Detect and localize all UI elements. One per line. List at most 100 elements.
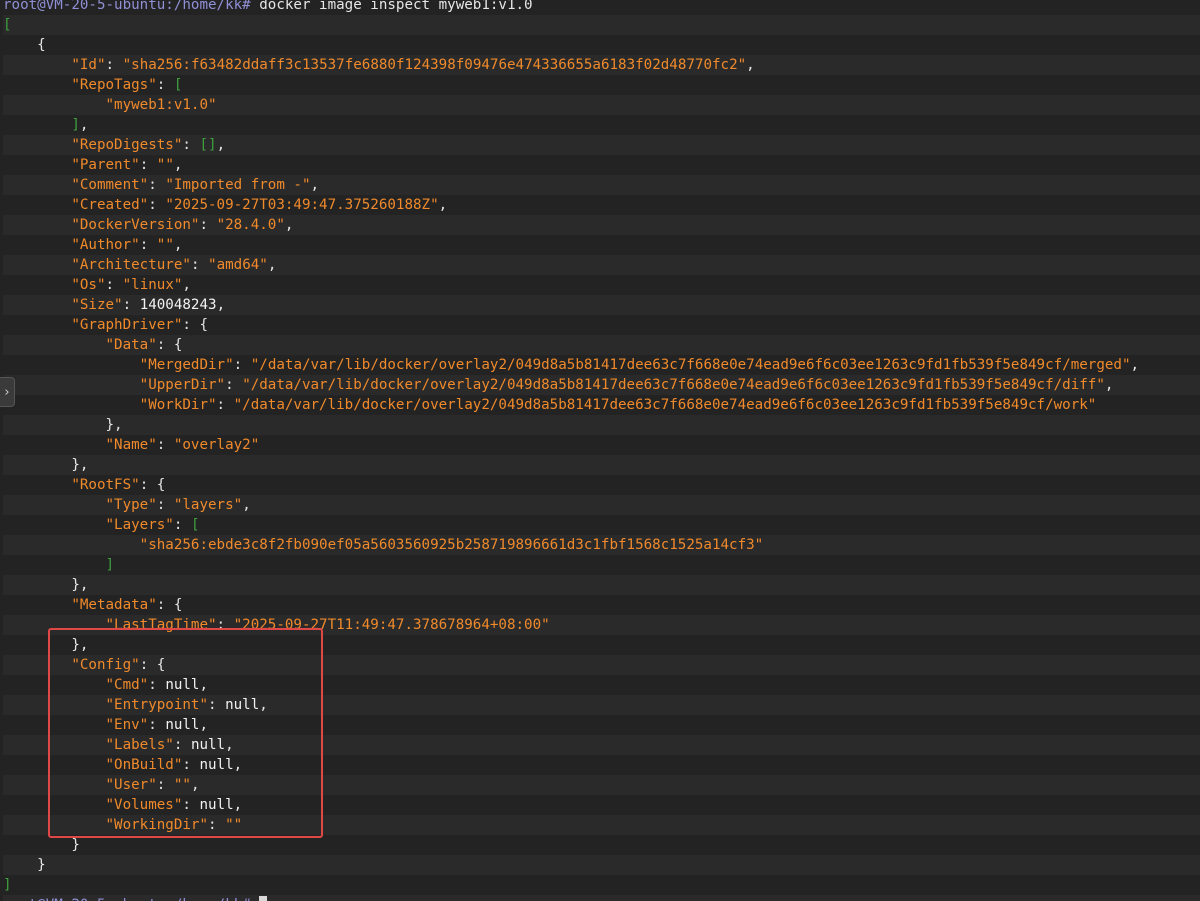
json-token: "linux" — [122, 277, 183, 293]
json-token: : — [148, 677, 166, 693]
json-output-line: "WorkDir": "/data/var/lib/docker/overlay… — [3, 395, 1200, 415]
json-output-line: ] — [3, 555, 1200, 575]
json-token: "WorkingDir" — [105, 817, 209, 833]
json-token: [ — [173, 77, 183, 93]
json-token: "Volumes" — [105, 797, 183, 813]
json-token: "Env" — [105, 717, 149, 733]
json-token: "Entrypoint" — [105, 697, 209, 713]
json-token: "MergedDir" — [139, 357, 234, 373]
side-panel-expand-icon[interactable]: › — [0, 377, 15, 407]
json-token: , — [438, 197, 448, 213]
json-token: "sha256:ebde3c8f2fb090ef05a5603560925b25… — [139, 537, 764, 553]
json-token: "28.4.0" — [216, 217, 285, 233]
json-token: "Cmd" — [105, 677, 149, 693]
json-token: "Os" — [71, 277, 106, 293]
json-output-line: "Architecture": "amd64", — [3, 255, 1200, 275]
json-token: } — [3, 857, 46, 873]
json-output-line: } — [3, 835, 1200, 855]
json-token: : — [182, 797, 200, 813]
json-output-line: "Metadata": { — [3, 595, 1200, 615]
json-output-line: "Env": null, — [3, 715, 1200, 735]
json-token: : — [156, 77, 174, 93]
json-token: "Size" — [71, 297, 123, 313]
json-token: : — [208, 697, 226, 713]
json-token: , — [259, 697, 268, 713]
json-token: : — [139, 237, 157, 253]
json-token: : — [105, 277, 123, 293]
json-token: , — [199, 677, 209, 693]
json-token: , — [79, 117, 89, 133]
json-token: [ — [3, 17, 12, 33]
json-token: "RepoDigests" — [71, 137, 183, 153]
json-token: null — [199, 757, 234, 773]
json-token: }, — [3, 577, 89, 593]
json-token: "Created" — [71, 197, 149, 213]
json-token: "RootFS" — [71, 477, 140, 493]
json-output-line: ], — [3, 115, 1200, 135]
json-token: "layers" — [173, 497, 243, 513]
json-output-line: "Os": "linux", — [3, 275, 1200, 295]
json-token: : — [173, 737, 191, 753]
json-token: "Architecture" — [71, 257, 191, 273]
json-token: "/data/var/lib/docker/overlay2/049d8a5b8… — [250, 357, 1131, 373]
json-token: : — [216, 397, 234, 413]
json-token: "RepoTags" — [71, 77, 157, 93]
json-output-line: "Parent": "", — [3, 155, 1200, 175]
json-token: : — [156, 437, 174, 453]
json-output-line: }, — [3, 415, 1200, 435]
json-token: "OnBuild" — [105, 757, 183, 773]
json-output-line: "Id": "sha256:f63482ddaff3c13537fe6880f1… — [3, 55, 1200, 75]
json-output-line: "Entrypoint": null, — [3, 695, 1200, 715]
json-output-line: "Data": { — [3, 335, 1200, 355]
json-output-line: "Cmd": null, — [3, 675, 1200, 695]
json-output-line: "User": "", — [3, 775, 1200, 795]
json-output-line: "RepoTags": [ — [3, 75, 1200, 95]
json-token: "Id" — [71, 57, 106, 73]
json-token: ] — [105, 557, 115, 573]
json-token: : — [182, 137, 200, 153]
json-token: "User" — [105, 777, 157, 793]
json-token: "LastTagTime" — [105, 617, 217, 633]
json-token: , — [182, 277, 191, 293]
json-output-line: "GraphDriver": { — [3, 315, 1200, 335]
json-token: : — [148, 197, 166, 213]
json-token: }, — [3, 637, 89, 653]
json-token: , — [173, 157, 183, 173]
terminal-window[interactable]: root@VM-20-5-ubuntu:/home/kk# docker ima… — [0, 0, 1200, 901]
json-output-line: "WorkingDir": "" — [3, 815, 1200, 835]
json-output-line: "Layers": [ — [3, 515, 1200, 535]
json-token: "DockerVersion" — [71, 217, 200, 233]
json-token: : — [208, 817, 226, 833]
json-output-line: "Volumes": null, — [3, 795, 1200, 815]
json-output-line: { — [3, 35, 1200, 55]
json-output-line: "Name": "overlay2" — [3, 435, 1200, 455]
final-prompt-line[interactable]: root@VM-20-5-ubuntu:/home/kk# — [3, 895, 1200, 901]
json-output-line: "MergedDir": "/data/var/lib/docker/overl… — [3, 355, 1200, 375]
json-token: , — [284, 217, 294, 233]
json-token: null — [199, 797, 234, 813]
json-token: : — [139, 157, 157, 173]
json-output-line: "RootFS": { — [3, 475, 1200, 495]
json-token: "/data/var/lib/docker/overlay2/049d8a5b8… — [233, 397, 1097, 413]
json-output-line: "LastTagTime": "2025-09-27T11:49:47.3786… — [3, 615, 1200, 635]
json-token: : — [156, 497, 174, 513]
json-token: "Config" — [71, 657, 140, 673]
json-token: [ — [190, 517, 200, 533]
